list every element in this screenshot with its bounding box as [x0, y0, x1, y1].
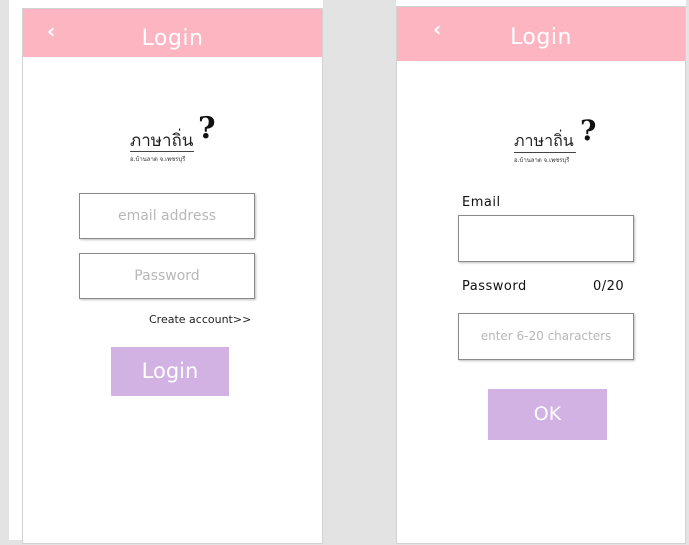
- ok-button[interactable]: OK: [488, 389, 607, 440]
- password-input[interactable]: enter 6-20 characters: [458, 313, 634, 360]
- logo-subtitle: อ.บ้านลาด จ.เพชรบุรี: [130, 156, 186, 163]
- login-button[interactable]: Login: [111, 347, 229, 396]
- logo-subtitle: อ.บ้านลาด จ.เพชรบุรี: [514, 157, 570, 164]
- logo-text: ภาษาถิ่น: [130, 131, 194, 151]
- logo-text: ภาษาถิ่น: [514, 131, 574, 150]
- signup-screen: ‹ Login ภาษาถิ่น ? อ.บ้านลาด จ.เพชรบุรี …: [396, 6, 686, 544]
- question-mark-icon: ?: [198, 111, 216, 146]
- login-screen: ‹ Login ภาษาถิ่น ? อ.บ้านลาด จ.เพชรบุรี …: [22, 8, 323, 544]
- app-logo: ภาษาถิ่น ? อ.บ้านลาด จ.เพชรบุรี: [514, 114, 604, 179]
- email-placeholder: email address: [117, 208, 217, 224]
- top-bar: ‹ Login: [23, 9, 322, 57]
- password-label: Password: [462, 279, 527, 294]
- logo-underline: [514, 152, 576, 153]
- logo-underline: [130, 151, 194, 152]
- email-input[interactable]: email address: [79, 193, 255, 239]
- top-bar: ‹ Login: [397, 7, 685, 61]
- password-placeholder: Password: [134, 268, 200, 284]
- email-input[interactable]: [458, 215, 634, 262]
- page-title: Login: [141, 26, 204, 51]
- email-label: Email: [462, 195, 501, 210]
- page-title: Login: [510, 25, 572, 50]
- password-placeholder: enter 6-20 characters: [480, 329, 612, 343]
- create-account-link[interactable]: Create account>>: [149, 313, 251, 326]
- question-mark-icon: ?: [580, 114, 597, 147]
- mockup-canvas: ‹ Login ภาษาถิ่น ? อ.บ้านลาด จ.เพชรบุรี …: [0, 0, 689, 545]
- password-char-counter: 0/20: [593, 279, 625, 294]
- password-input[interactable]: Password: [79, 253, 255, 299]
- left-gutter: [0, 0, 9, 545]
- app-logo: ภาษาถิ่น ? อ.บ้านลาด จ.เพชรบุรี: [130, 111, 220, 177]
- middle-gutter: [323, 0, 396, 545]
